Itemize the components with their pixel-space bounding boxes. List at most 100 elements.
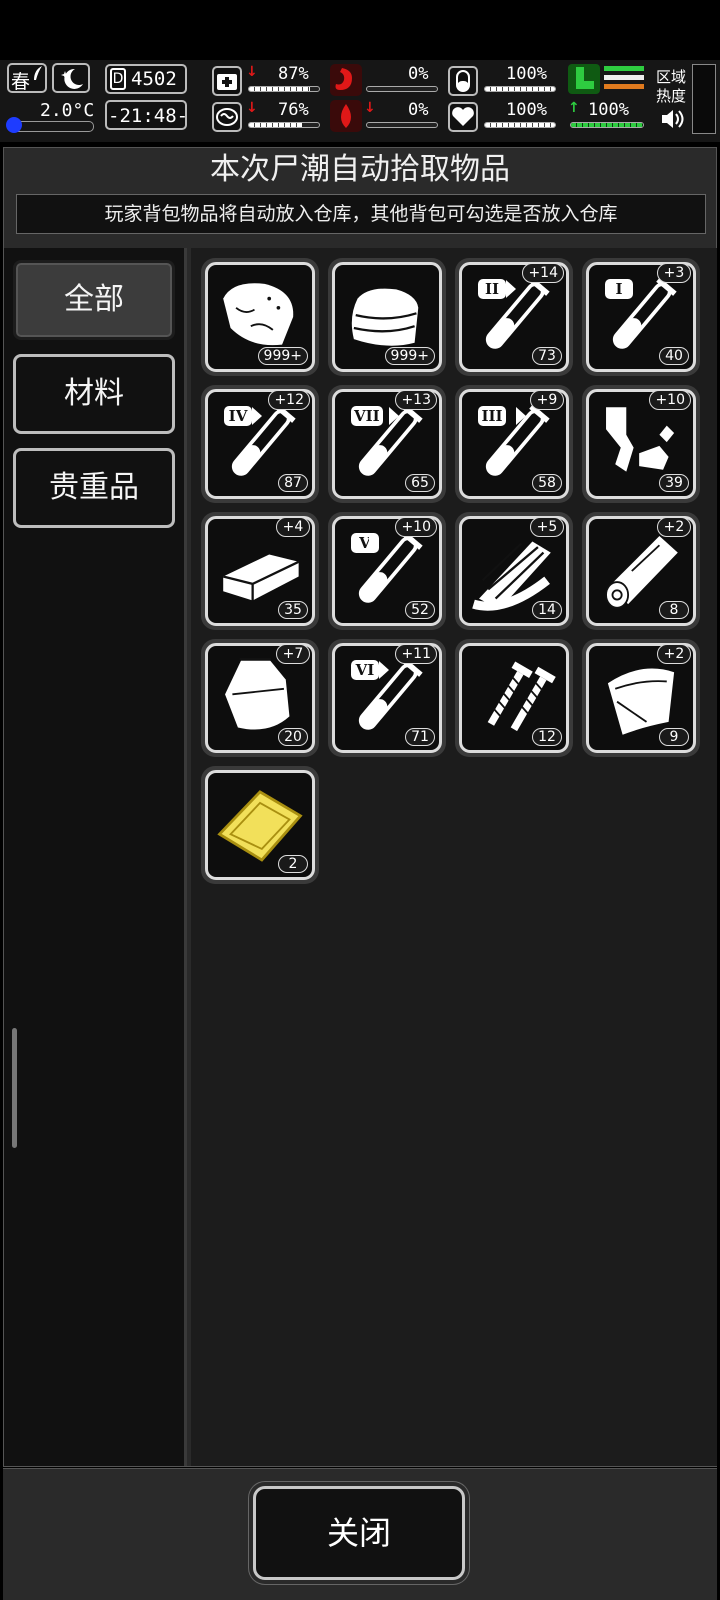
blood-drop-icon [330, 100, 362, 132]
day-icon: D [110, 68, 126, 90]
inventory-slot-frame: IV +12 87 [205, 389, 315, 499]
bonus-badge: +13 [395, 390, 437, 410]
item-count: 2 [278, 855, 308, 873]
item-count: 9 [659, 728, 689, 746]
inventory-slot[interactable]: IV +12 87 [201, 385, 319, 503]
tab-all[interactable]: 全部 [13, 260, 175, 340]
brain-icon [212, 102, 242, 132]
inventory-slot[interactable]: I +3 40 [582, 258, 700, 376]
stamina-stripes [604, 66, 644, 92]
bonus-badge: +14 [522, 263, 564, 283]
inventory-slot[interactable]: VII +13 65 [328, 385, 446, 503]
sanity-trend-down-icon: ↓ [246, 100, 258, 116]
temperature-readout: 2.0°C [40, 100, 95, 121]
inventory-slot[interactable]: 999+ [201, 258, 319, 376]
inventory-slot[interactable]: +4 35 [201, 512, 319, 630]
tab-all-label: 全部 [64, 282, 124, 317]
inventory-slot-frame: +10 39 [586, 389, 696, 499]
bonus-badge: +9 [530, 390, 564, 410]
mood-value: 100% [506, 100, 547, 120]
inventory-slot-frame: VII +13 65 [332, 389, 442, 499]
inventory-slot-frame: 999+ [332, 262, 442, 372]
bonus-badge: +2 [657, 517, 691, 537]
inventory-slot-frame: III +9 58 [459, 389, 569, 499]
season-badge: 春 [7, 63, 47, 93]
tier-label: VII [351, 406, 383, 426]
inventory-slot-frame: 999+ [205, 262, 315, 372]
close-button[interactable]: 关闭 [253, 1486, 465, 1580]
first-aid-icon [212, 66, 242, 96]
tier-arrow-icon [389, 407, 399, 425]
inventory-slot[interactable]: 2 [201, 766, 319, 884]
bonus-badge: +2 [657, 644, 691, 664]
tier-arrow-icon [369, 534, 379, 552]
inventory-slot-frame: +5 14 [459, 516, 569, 626]
inventory-slot[interactable]: VI +11 71 [328, 639, 446, 757]
medicine-value: 100% [506, 64, 547, 84]
bonus-badge: +5 [530, 517, 564, 537]
thirst-trend-down-icon: ↓ [364, 100, 376, 116]
inventory-slot-frame: +2 8 [586, 516, 696, 626]
close-button-label: 关闭 [326, 1514, 391, 1552]
bonus-badge: +10 [649, 390, 691, 410]
item-count: 14 [532, 601, 562, 619]
boot-icon [568, 64, 600, 94]
tier-label: IV [224, 406, 252, 426]
inventory-slot[interactable]: +2 8 [582, 512, 700, 630]
sanity-bar [248, 122, 320, 128]
thirst-bar [366, 122, 438, 128]
item-count: 40 [659, 347, 689, 365]
tier-arrow-icon [506, 280, 516, 298]
mood-bar [484, 122, 556, 128]
item-count: 71 [405, 728, 435, 746]
inventory-slot-frame: +4 35 [205, 516, 315, 626]
stamina-bar [570, 122, 644, 128]
moon-icon [61, 68, 83, 89]
day-counter: D 4502 [105, 64, 187, 94]
item-count: 52 [405, 601, 435, 619]
tab-valuables-label: 贵重品 [49, 470, 139, 505]
item-count: 58 [532, 474, 562, 492]
inventory-slot-frame: V +10 52 [332, 516, 442, 626]
stamina-value: 100% [588, 100, 629, 120]
inventory-slot[interactable]: III +9 58 [455, 385, 573, 503]
category-sidebar: 全部 材料 贵重品 [4, 248, 187, 1466]
inventory-slot[interactable]: V +10 52 [328, 512, 446, 630]
bonus-badge: +12 [268, 390, 310, 410]
tier-label: VI [351, 660, 379, 680]
sanity-value: 76% [278, 100, 309, 120]
inventory-slot-frame: 2 [205, 770, 315, 880]
inventory-slot[interactable]: 999+ [328, 258, 446, 376]
inventory-slot[interactable]: +10 39 [582, 385, 700, 503]
inventory-slot[interactable]: II +14 73 [455, 258, 573, 376]
auto-loot-panel: 本次尸潮自动拾取物品 玩家背包物品将自动放入仓库，其他背包可勾选是否放入仓库 全… [3, 147, 717, 1467]
tier-label: II [478, 279, 506, 299]
inventory-slot[interactable]: +5 14 [455, 512, 573, 630]
sidebar-scrollbar[interactable] [12, 1028, 17, 1148]
item-count: 12 [532, 728, 562, 746]
clock: -21:48- [105, 100, 188, 130]
season-label: 春 [11, 71, 31, 93]
tier-label: III [478, 406, 506, 426]
stamina-trend-up-icon: ↑ [568, 100, 580, 116]
item-count: 35 [278, 601, 308, 619]
inventory-slot[interactable]: 12 [455, 639, 573, 757]
region-heat-meter [692, 64, 716, 134]
tier-arrow-icon [623, 280, 633, 298]
tier-arrow-icon [516, 407, 526, 425]
inventory-slot-frame: 12 [459, 643, 569, 753]
item-count: 999+ [384, 347, 435, 365]
inventory-slot[interactable]: +7 20 [201, 639, 319, 757]
tab-valuables[interactable]: 贵重品 [13, 448, 175, 528]
tab-materials[interactable]: 材料 [13, 354, 175, 434]
inventory-slot[interactable]: +2 9 [582, 639, 700, 757]
bonus-badge: +4 [276, 517, 310, 537]
inventory-slot-frame: I +3 40 [586, 262, 696, 372]
health-trend-down-icon: ↓ [246, 64, 258, 80]
health-bar [248, 86, 320, 92]
item-count: 87 [278, 474, 308, 492]
speaker-icon[interactable] [660, 108, 686, 130]
feather-icon [34, 66, 42, 80]
hunger-bar [366, 86, 438, 92]
tier-arrow-icon [252, 407, 262, 425]
